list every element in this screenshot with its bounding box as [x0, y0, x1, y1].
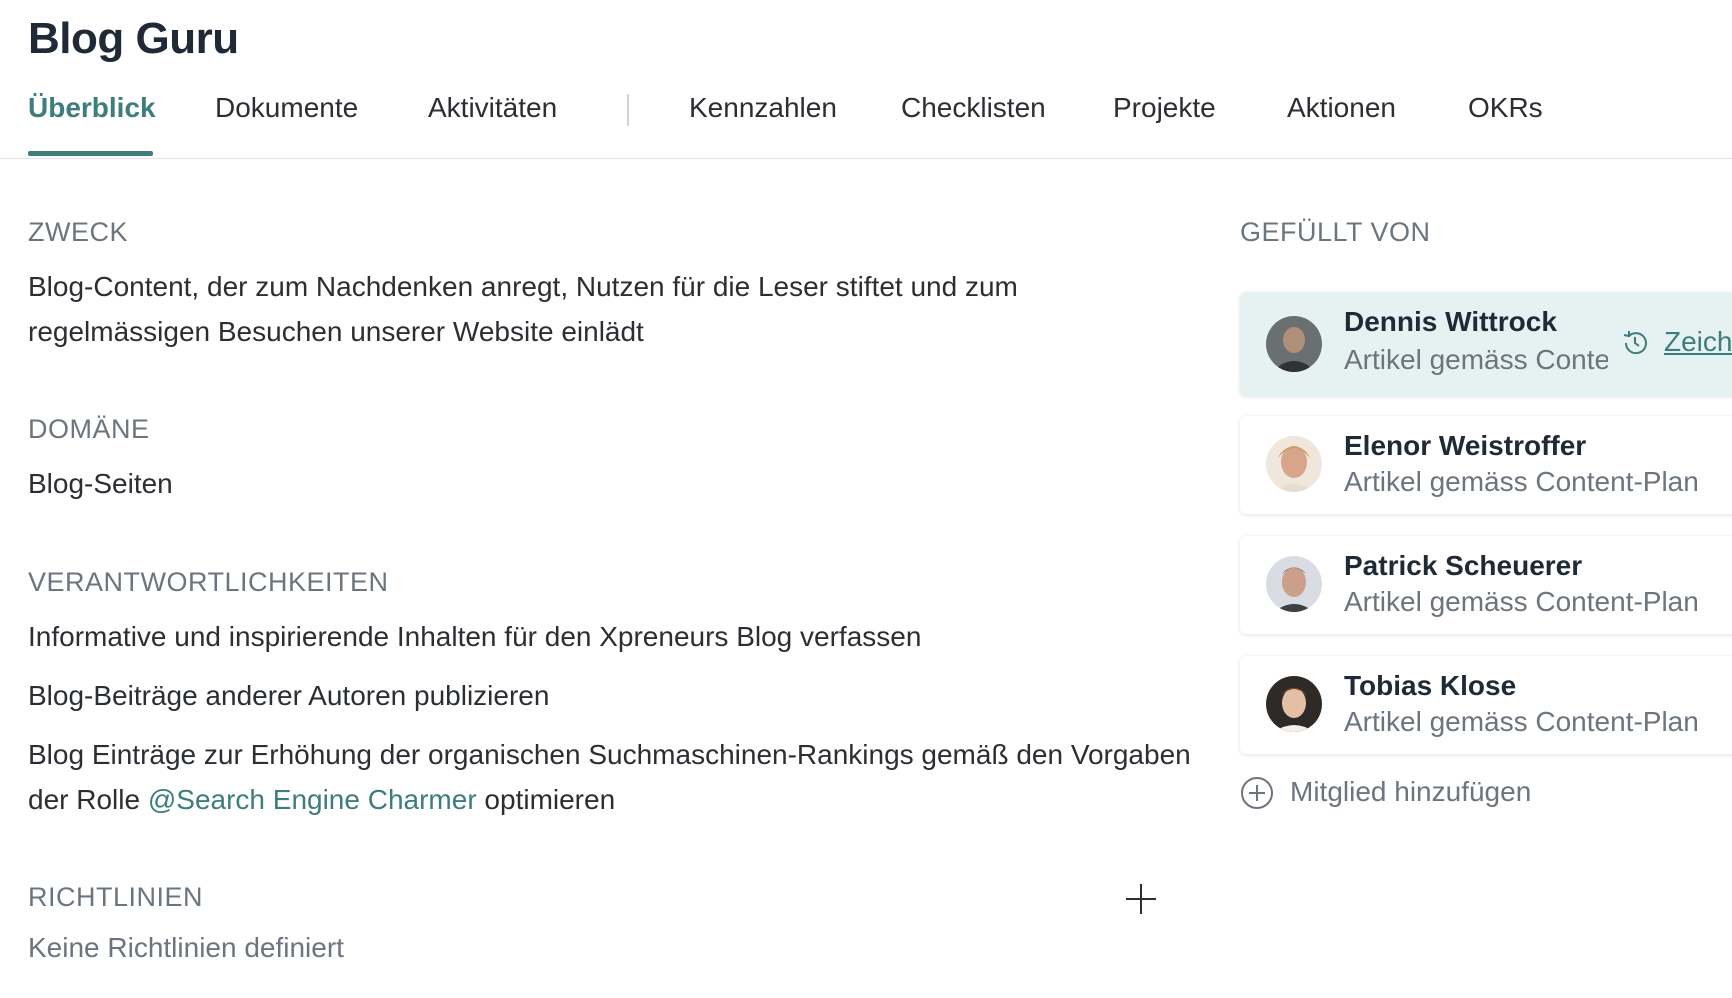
add-member-label: Mitglied hinzufügen — [1290, 776, 1532, 807]
member-name: Elenor Weistroffer — [1344, 430, 1587, 461]
member-name: Tobias Klose — [1344, 670, 1517, 701]
avatar — [1266, 556, 1322, 612]
member-role: Artikel gemäss Content-Plan — [1344, 466, 1699, 497]
member-name: Patrick Scheuerer — [1344, 550, 1583, 581]
member-card-dennis-wittrock[interactable]: Dennis Wittrock Artikel gemäss Content-P… — [1240, 292, 1732, 396]
responsibility-item-3-suffix: optimieren — [476, 784, 616, 815]
responsibility-item-3-line-1: Blog Einträge zur Erhöhung der organisch… — [28, 739, 1191, 770]
page-title: Blog Guru — [28, 14, 239, 63]
domain-label: DOMÄNE — [28, 414, 150, 444]
responsibility-item-3-prefix: der Rolle — [28, 784, 148, 815]
guidelines-label: RICHTLINIEN — [28, 882, 204, 912]
purpose-text-line-2: regelmässigen Besuchen unserer Website e… — [28, 316, 644, 347]
responsibility-item-2: Blog-Beiträge anderer Autoren publiziere… — [28, 680, 550, 711]
domain-value: Blog-Seiten — [28, 468, 173, 499]
tab-aktionen[interactable]: Aktionen — [1287, 92, 1396, 124]
member-role: Artikel gemäss Content-Plan — [1344, 344, 1608, 375]
guidelines-empty-text: Keine Richtlinien definiert — [28, 932, 344, 963]
tab-kennzahlen[interactable]: Kennzahlen — [689, 92, 837, 124]
filled-by-label: GEFÜLLT VON — [1240, 217, 1431, 247]
member-role: Artikel gemäss Content-Plan — [1344, 706, 1699, 737]
member-role: Artikel gemäss Content-Plan — [1344, 586, 1699, 617]
responsibility-item-1: Informative und inspirierende Inhalten f… — [28, 621, 922, 652]
member-name: Dennis Wittrock — [1344, 306, 1557, 337]
tab-divider — [627, 94, 629, 126]
tab-aktivitaeten[interactable]: Aktivitäten — [428, 92, 557, 124]
history-link[interactable]: Zeich — [1664, 326, 1732, 358]
avatar — [1266, 436, 1322, 492]
member-card-tobias-klose[interactable]: Tobias Klose Artikel gemäss Content-Plan — [1240, 656, 1732, 754]
avatar — [1266, 316, 1322, 372]
tab-okrs[interactable]: OKRs — [1468, 92, 1543, 124]
history-icon[interactable] — [1620, 328, 1650, 358]
plus-icon[interactable] — [1124, 882, 1158, 916]
member-card-patrick-scheuerer[interactable]: Patrick Scheuerer Artikel gemäss Content… — [1240, 536, 1732, 634]
avatar — [1266, 676, 1322, 732]
tab-checklisten[interactable]: Checklisten — [901, 92, 1046, 124]
add-circle-icon — [1241, 777, 1273, 809]
tab-ueberblick[interactable]: Überblick — [28, 92, 156, 124]
responsibilities-label: VERANTWORTLICHKEITEN — [28, 567, 389, 597]
tab-dokumente[interactable]: Dokumente — [215, 92, 358, 124]
member-card-elenor-weistroffer[interactable]: Elenor Weistroffer Artikel gemäss Conten… — [1240, 416, 1732, 514]
responsibility-item-3-line-2: der Rolle @Search Engine Charmer optimie… — [28, 777, 615, 822]
purpose-label: ZWECK — [28, 217, 128, 247]
tab-projekte[interactable]: Projekte — [1113, 92, 1216, 124]
role-mention-link[interactable]: @Search Engine Charmer — [148, 784, 477, 815]
active-tab-indicator — [28, 151, 153, 156]
purpose-text-line-1: Blog-Content, der zum Nachdenken anregt,… — [28, 271, 1018, 302]
tab-bar: Überblick Dokumente Aktivitäten Kennzahl… — [0, 86, 1732, 159]
